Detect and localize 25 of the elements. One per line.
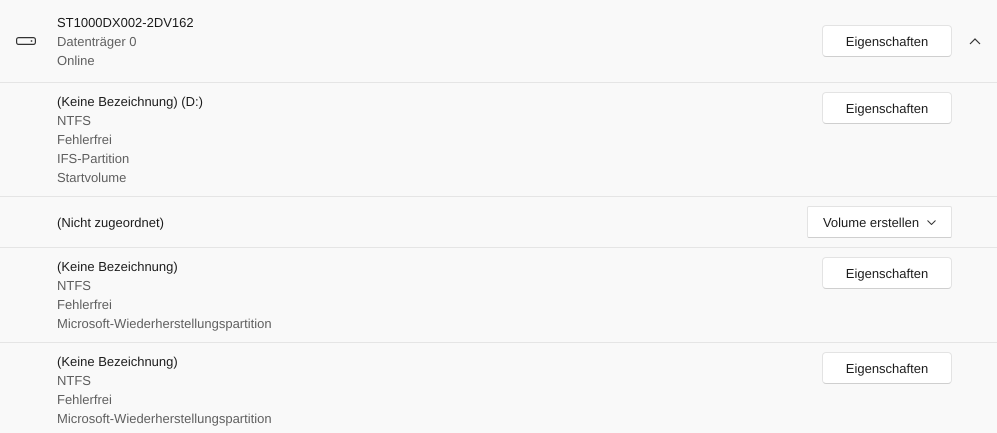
caret-icon xyxy=(927,220,936,224)
volume-detail: Startvolume xyxy=(57,169,128,187)
volume-detail: Fehlerfrei xyxy=(57,131,113,149)
create-volume-button[interactable]: Volume erstellen xyxy=(807,206,952,238)
volume-detail: NTFS xyxy=(57,112,92,130)
properties-button[interactable]: Eigenschaften xyxy=(822,352,952,384)
disk-model: ST1000DX002-2DV162 xyxy=(57,14,195,32)
volume-detail: Microsoft-Wiederherstellungspartition xyxy=(57,315,273,333)
disk-status: Online xyxy=(57,52,96,70)
properties-button[interactable]: Eigenschaften xyxy=(822,257,952,289)
volume-name: (Keine Bezeichnung) xyxy=(57,353,179,371)
volume-name: (Nicht zugeordnet) xyxy=(57,214,165,232)
volume-name: (Keine Bezeichnung) (D:) xyxy=(57,93,204,111)
disk-number: Datenträger 0 xyxy=(57,32,138,50)
volume-detail: NTFS xyxy=(57,372,92,390)
volume-detail: Microsoft-Wiederherstellungspartition xyxy=(57,410,273,428)
properties-button[interactable]: Eigenschaften xyxy=(822,25,952,57)
volume-detail: NTFS xyxy=(57,277,92,295)
volume-detail: Fehlerfrei xyxy=(57,391,113,409)
volume-detail: Fehlerfrei xyxy=(57,296,113,314)
drive-icon xyxy=(16,37,36,45)
chevron-up-icon[interactable] xyxy=(968,38,980,44)
volume-detail: IFS-Partition xyxy=(57,150,130,168)
properties-button[interactable]: Eigenschaften xyxy=(822,92,952,124)
volume-name: (Keine Bezeichnung) xyxy=(57,258,179,276)
